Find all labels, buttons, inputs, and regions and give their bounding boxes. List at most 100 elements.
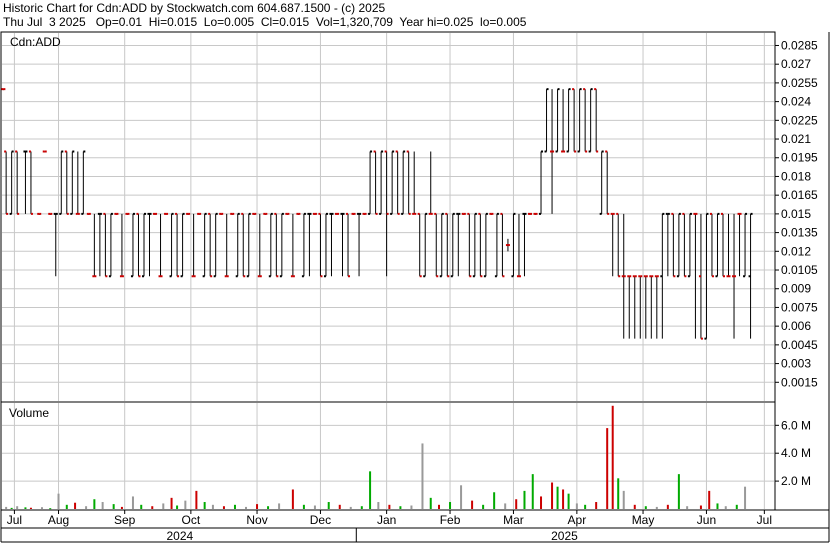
month-label: Jul <box>757 513 772 527</box>
ohlc-bar <box>362 212 367 215</box>
price-tick-label: 0.018 <box>781 169 811 183</box>
price-tick-label: 0.015 <box>781 207 811 221</box>
volume-bar <box>677 474 680 509</box>
price-tick-label: 0.0135 <box>781 226 818 240</box>
volume-bar <box>429 497 432 509</box>
volume-bar <box>338 504 341 509</box>
volume-bar <box>245 506 248 509</box>
month-label: Apr <box>568 513 587 527</box>
month-label: Jan <box>377 513 396 527</box>
ohlc-bar <box>197 212 202 215</box>
volume-bar <box>575 503 578 509</box>
volume-bar <box>716 503 719 509</box>
volume-bar <box>708 490 711 509</box>
ohlc-bar <box>42 150 47 153</box>
volume-panel-frame <box>0 401 776 511</box>
volume-bar <box>349 506 352 509</box>
volume-bar <box>493 492 496 509</box>
price-tick-label: 0.009 <box>781 282 811 296</box>
volume-bar <box>449 502 452 509</box>
ohlc-bar <box>114 212 119 215</box>
year-label: 2024 <box>166 529 193 543</box>
volume-bar <box>460 485 463 509</box>
ohlc-bar <box>285 212 290 215</box>
month-label: Aug <box>48 513 69 527</box>
price-tick-label: 0.0045 <box>781 338 818 352</box>
ohlc-bar <box>186 212 191 215</box>
volume-bar <box>515 499 518 509</box>
volume-bar <box>222 506 225 509</box>
price-tick-label: 0.003 <box>781 357 811 371</box>
volume-bar <box>567 493 570 509</box>
price-tick-label: 0.021 <box>781 132 811 146</box>
volume-bar <box>40 507 43 509</box>
ohlc-bar <box>164 212 169 215</box>
volume-bar <box>369 471 372 509</box>
volume-bar <box>256 504 259 509</box>
ohlc-bar <box>86 212 91 215</box>
volume-bar <box>724 506 727 509</box>
year-label: 2025 <box>551 529 578 543</box>
price-tick-label: 0.0285 <box>781 38 818 52</box>
ohlc-bar <box>230 212 235 215</box>
month-label: Sep <box>114 513 136 527</box>
volume-bar <box>410 505 413 509</box>
volume-bar <box>595 502 598 509</box>
volume-bar <box>584 504 587 509</box>
volume-bar <box>151 506 154 509</box>
month-label: Nov <box>246 513 267 527</box>
volume-bar <box>65 504 68 509</box>
volume-bar <box>606 428 609 509</box>
volume-bar <box>633 504 636 509</box>
volume-bar <box>666 504 669 509</box>
volume-bar <box>176 505 179 509</box>
volume-bar <box>611 405 614 509</box>
month-label: Dec <box>310 513 331 527</box>
price-tick-label: 0.0105 <box>781 263 818 277</box>
price-tick-label: 0.0195 <box>781 151 818 165</box>
volume-bar <box>735 504 738 509</box>
volume-bar <box>291 489 294 509</box>
month-label: Oct <box>182 513 201 527</box>
volume-bar <box>29 507 32 509</box>
volume-bar <box>313 505 316 509</box>
volume-bar <box>327 502 330 509</box>
volume-bar <box>388 504 391 509</box>
volume-bar <box>10 507 13 509</box>
ohlc-bar <box>527 212 532 215</box>
ohlc-bar <box>153 212 158 215</box>
volume-bar <box>504 503 507 509</box>
volume-bar <box>57 493 60 509</box>
ohlc-bar <box>351 212 356 215</box>
volume-bar <box>399 506 402 509</box>
volume-bar <box>482 504 485 509</box>
volume-bar <box>622 490 625 509</box>
volume-bar <box>278 503 281 509</box>
month-label: Mar <box>503 513 524 527</box>
ohlc-bar <box>312 212 317 215</box>
volume-bar <box>93 499 96 509</box>
volume-bar <box>131 496 134 509</box>
month-label: Jun <box>697 513 716 527</box>
volume-bar <box>195 490 198 509</box>
volume-bar <box>471 500 474 509</box>
month-label: May <box>632 513 655 527</box>
volume-bar <box>556 486 559 509</box>
volume-bar <box>85 506 88 509</box>
volume-bar <box>686 506 689 509</box>
price-tick-label: 0.0225 <box>781 113 818 127</box>
volume-bar <box>24 507 27 509</box>
month-label: Jul <box>7 513 22 527</box>
volume-bar <box>551 482 554 509</box>
volume-bar <box>74 502 77 509</box>
ohlc-bar <box>48 212 53 215</box>
volume-bar <box>655 506 658 509</box>
volume-bar <box>203 502 206 509</box>
volume-bar <box>170 497 173 509</box>
price-tick-label: 0.0165 <box>781 188 818 202</box>
volume-bar <box>744 486 747 509</box>
volume-bar <box>540 496 543 509</box>
volume-bar <box>49 508 52 510</box>
price-tick-label: 0.0015 <box>781 375 818 389</box>
price-tick-label: 0.006 <box>781 319 811 333</box>
